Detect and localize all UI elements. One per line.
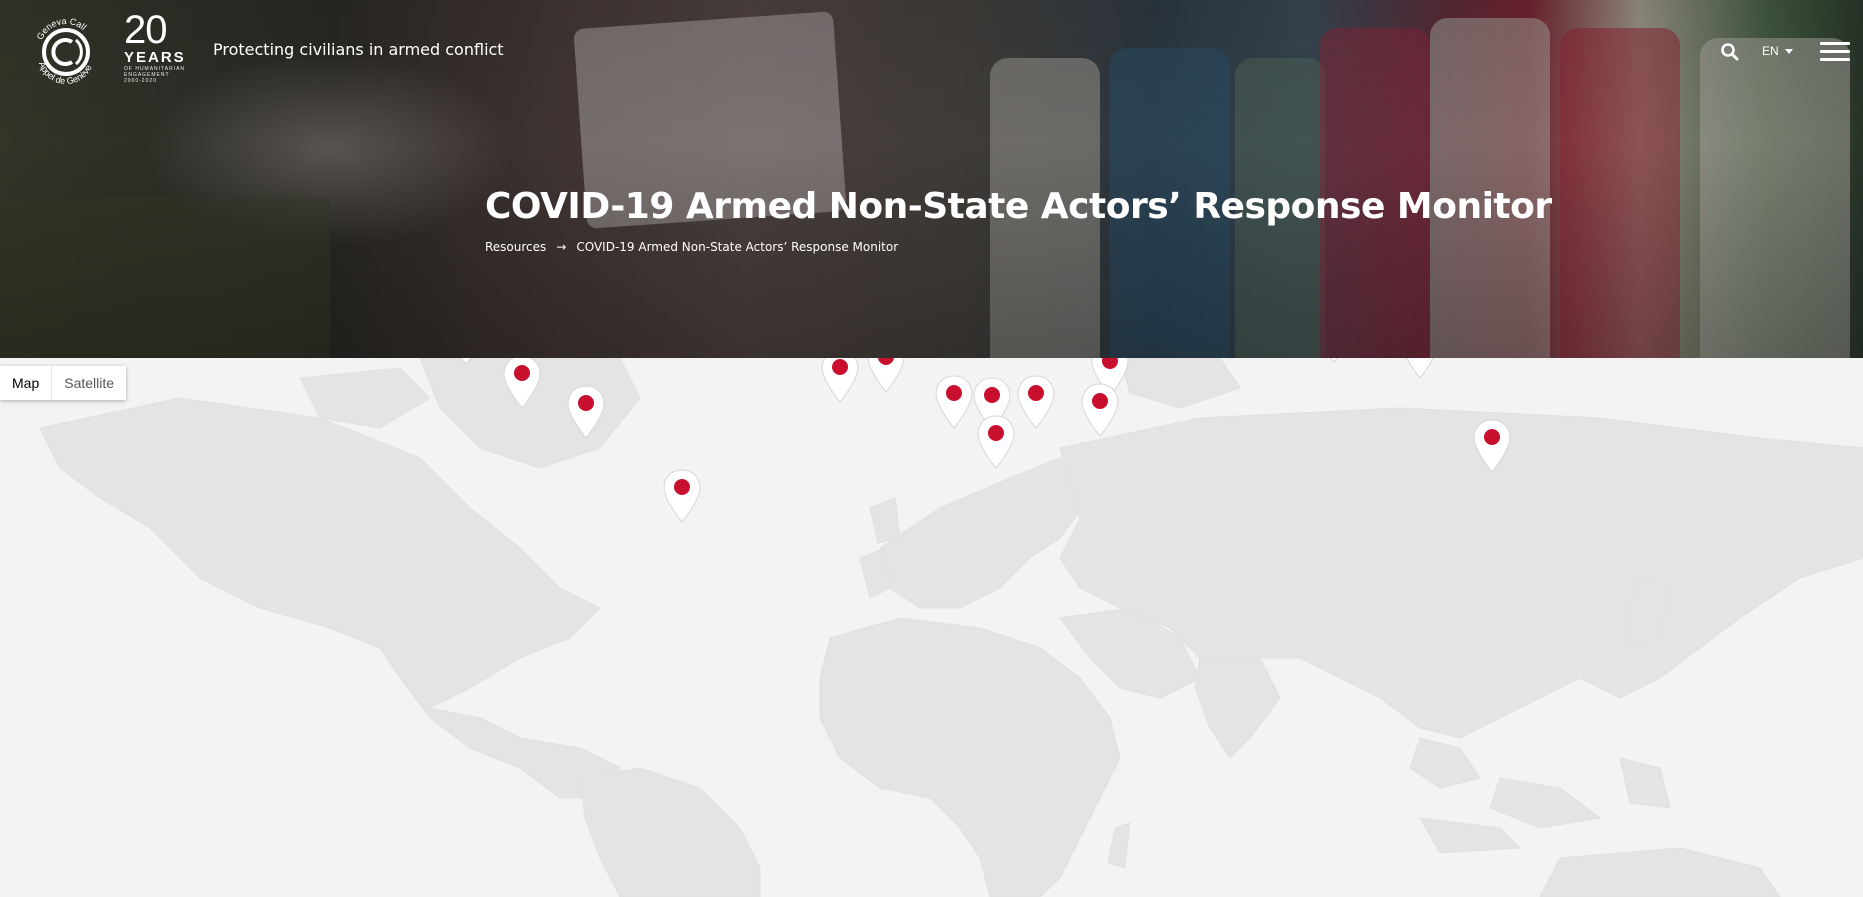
breadcrumb-resources-link[interactable]: Resources — [485, 240, 546, 254]
map-pin-marker[interactable] — [866, 358, 906, 394]
map-type-satellite-button[interactable]: Satellite — [52, 366, 127, 400]
world-map[interactable]: Map Satellite — [0, 358, 1863, 897]
anniversary-word: YEARS — [124, 49, 186, 66]
chevron-down-icon — [1784, 48, 1793, 54]
page-title: COVID-19 Armed Non-State Actors’ Respons… — [485, 186, 1552, 227]
language-selector[interactable]: EN — [1762, 44, 1793, 58]
map-type-map-button[interactable]: Map — [0, 366, 52, 400]
map-pin-marker[interactable] — [934, 374, 974, 430]
breadcrumb-arrow-icon: → — [556, 240, 567, 254]
map-pin-marker[interactable] — [820, 358, 860, 404]
breadcrumb-current: COVID-19 Armed Non-State Actors’ Respons… — [576, 240, 899, 254]
site-tagline: Protecting civilians in armed conflict — [213, 40, 504, 59]
anniversary-number: 20 — [124, 8, 168, 52]
map-pin-marker[interactable] — [976, 414, 1016, 470]
anniversary-small-3: 2000-2020 — [124, 78, 157, 84]
map-pin-marker[interactable] — [662, 468, 702, 524]
map-pin-marker[interactable] — [1472, 418, 1512, 474]
search-icon[interactable] — [1720, 42, 1740, 62]
map-pin-marker[interactable] — [566, 384, 606, 440]
breadcrumb: Resources → COVID-19 Armed Non-State Act… — [485, 240, 898, 254]
map-pin-marker[interactable] — [502, 358, 542, 410]
map-type-control: Map Satellite — [0, 366, 127, 400]
geneva-call-logo[interactable]: Geneva Call Appel de Genève — [26, 12, 106, 92]
anniversary-logo: 20 YEARS OF HUMANITARIAN ENGAGEMENT 2000… — [124, 10, 194, 92]
language-label: EN — [1762, 44, 1779, 58]
map-pin-marker[interactable] — [446, 358, 486, 366]
map-pin-marker[interactable] — [1400, 358, 1440, 380]
map-landmasses — [39, 358, 1863, 897]
map-pin-marker[interactable] — [1314, 358, 1354, 364]
map-pin-marker[interactable] — [1016, 374, 1056, 430]
map-pin-marker[interactable] — [1080, 382, 1120, 438]
hero-banner: Geneva Call Appel de Genève 20 YEARS OF … — [0, 0, 1863, 358]
hamburger-menu-icon[interactable] — [1820, 42, 1850, 62]
